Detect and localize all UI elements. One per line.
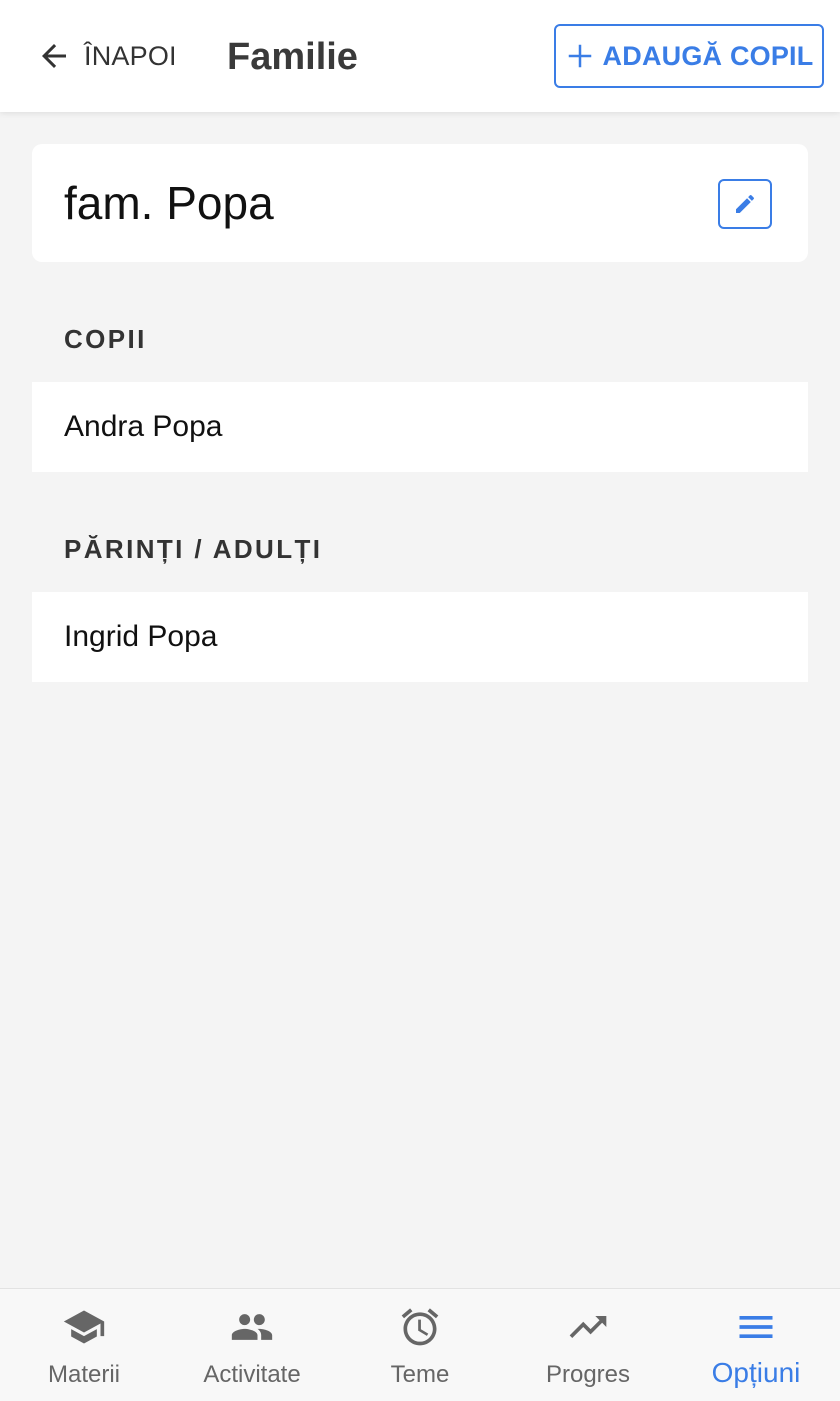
tab-progres-label: Progres [545, 1361, 631, 1388]
adult-list-item[interactable]: Ingrid Popa [32, 592, 808, 682]
tab-optiuni[interactable]: Opțiuni [672, 1289, 840, 1401]
tab-teme-label: Teme [390, 1361, 450, 1388]
add-child-button[interactable]: ADAUGĂ COPIL [554, 24, 824, 88]
menu-icon [734, 1305, 778, 1349]
family-name: fam. Popa [64, 177, 274, 229]
plus-icon [568, 44, 591, 68]
child-name: Andra Popa [64, 410, 223, 443]
top-app-bar: ÎNAPOI Familie ADAUGĂ COPIL [0, 0, 840, 112]
tab-materii[interactable]: Materii [0, 1289, 168, 1401]
edit-family-name-button[interactable] [718, 179, 772, 229]
tab-materii-label: Materii [47, 1361, 120, 1388]
tab-optiuni-label: Opțiuni [711, 1357, 801, 1388]
bottom-tab-bar: Materii Activitate Teme Progres Opțiuni [0, 1288, 840, 1401]
back-button-label: ÎNAPOI [84, 40, 177, 71]
adult-name: Ingrid Popa [64, 620, 218, 653]
adults-section-heading: PĂRINȚI / ADULȚI [64, 534, 323, 564]
trending-up-icon [566, 1305, 610, 1349]
pencil-icon [736, 194, 755, 213]
children-section-heading: COPII [64, 324, 147, 354]
tab-activitate-label: Activitate [203, 1361, 301, 1388]
tab-teme[interactable]: Teme [336, 1289, 504, 1401]
people-icon [230, 1305, 274, 1349]
family-name-card: fam. Popa [32, 144, 808, 262]
alarm-clock-icon [398, 1305, 442, 1349]
add-child-button-label: ADAUGĂ COPIL [602, 40, 814, 71]
tab-progres[interactable]: Progres [504, 1289, 672, 1401]
page-title: Familie [227, 36, 358, 78]
graduation-cap-icon [62, 1305, 106, 1349]
arrow-left-icon [42, 44, 66, 68]
tab-activitate[interactable]: Activitate [168, 1289, 336, 1401]
back-button[interactable]: ÎNAPOI [36, 34, 177, 78]
child-list-item[interactable]: Andra Popa [32, 382, 808, 472]
